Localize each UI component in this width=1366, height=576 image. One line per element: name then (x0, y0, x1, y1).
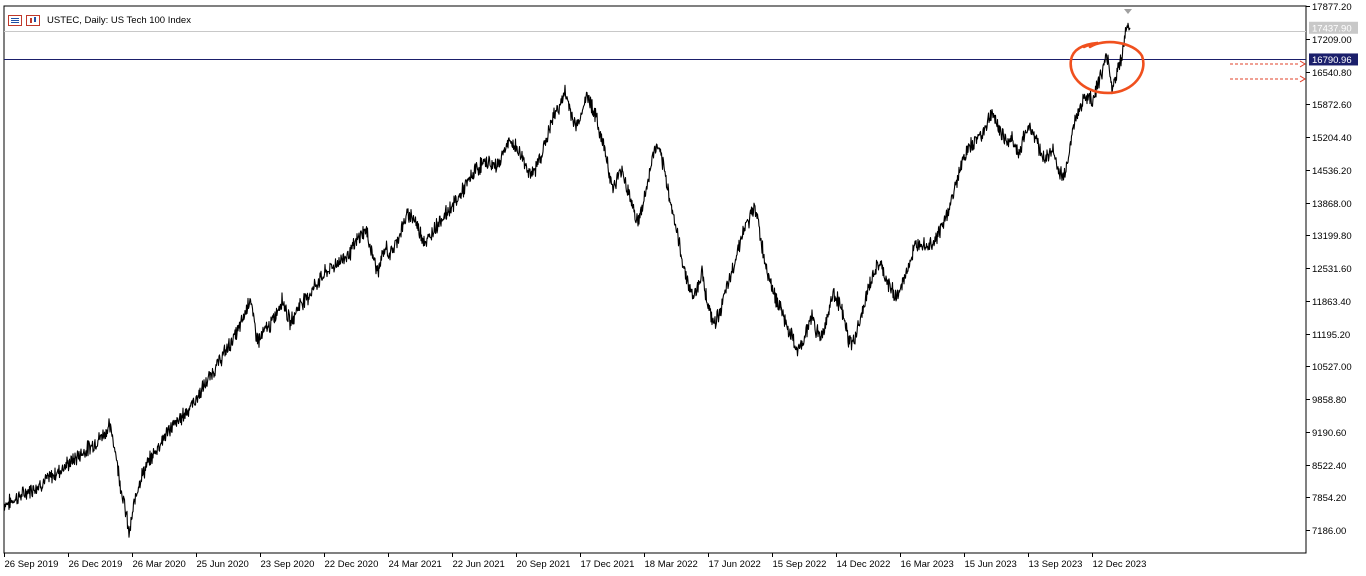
y-tick-label: 12531.60 (1312, 264, 1352, 275)
y-tick-label: 9858.80 (1312, 395, 1346, 406)
plot-frame (3, 5, 1307, 554)
x-tick-label: 22 Dec 2020 (325, 559, 379, 570)
chart-container[interactable]: 17877.20 17209.00 16540.80 15872.60 15204.40… (0, 0, 1366, 576)
y-tick-label: 7854.20 (1312, 493, 1346, 504)
y-tick-label: 8522.40 (1312, 461, 1346, 472)
x-tick-label: 18 Mar 2022 (645, 559, 698, 570)
x-tick-label: 22 Jun 2021 (453, 559, 505, 570)
chart-type-icon[interactable] (26, 14, 40, 26)
x-tick-label: 26 Mar 2020 (133, 559, 186, 570)
x-tick-label: 16 Mar 2023 (901, 559, 954, 570)
x-tick-label: 26 Dec 2019 (69, 559, 123, 570)
current-price-tag-label: 17437.90 (1312, 23, 1352, 34)
x-tick-label: 15 Jun 2023 (965, 559, 1017, 570)
y-tick-label: 15872.60 (1312, 100, 1352, 111)
y-tick-label: 16540.80 (1312, 68, 1352, 79)
y-tick-label: 15204.40 (1312, 133, 1352, 144)
x-axis: 26 Sep 2019 26 Dec 2019 26 Mar 2020 25 Jun … (4, 553, 1147, 570)
price-chart[interactable]: 17877.20 17209.00 16540.80 15872.60 15204.40… (0, 0, 1366, 576)
x-tick-label: 23 Sep 2020 (261, 559, 315, 570)
y-tick-label: 11863.40 (1312, 297, 1351, 308)
x-tick-label: 17 Dec 2021 (581, 559, 635, 570)
chart-title: USTEC, Daily: US Tech 100 Index (47, 14, 191, 26)
y-axis: 17877.20 17209.00 16540.80 15872.60 15204.40… (1306, 2, 1358, 537)
y-tick-label: 17877.20 (1312, 2, 1352, 13)
x-tick-label: 17 Jun 2022 (709, 559, 761, 570)
y-tick-label: 7186.00 (1312, 526, 1346, 537)
x-tick-label: 20 Sep 2021 (517, 559, 571, 570)
y-tick-label: 10527.00 (1312, 362, 1352, 373)
x-tick-label: 12 Dec 2023 (1093, 559, 1147, 570)
y-tick-label: 13199.80 (1312, 231, 1352, 242)
x-tick-label: 24 Mar 2021 (389, 559, 442, 570)
level-price-tag-label: 16790.96 (1312, 55, 1352, 66)
chart-header: USTEC, Daily: US Tech 100 Index (8, 12, 191, 28)
bars-menu-icon[interactable] (8, 14, 22, 26)
y-tick-label: 9190.60 (1312, 428, 1346, 439)
y-tick-label: 14536.20 (1312, 166, 1352, 177)
y-tick-label: 13868.00 (1312, 199, 1352, 210)
plot-borders (3, 5, 1307, 554)
y-tick-label: 11195.20 (1312, 330, 1350, 341)
x-tick-label: 13 Sep 2023 (1029, 559, 1083, 570)
x-tick-label: 15 Sep 2022 (773, 559, 827, 570)
y-tick-label: 17209.00 (1312, 35, 1352, 46)
x-tick-label: 25 Jun 2020 (197, 559, 249, 570)
x-tick-label: 14 Dec 2022 (837, 559, 891, 570)
x-tick-label: 26 Sep 2019 (5, 559, 59, 570)
